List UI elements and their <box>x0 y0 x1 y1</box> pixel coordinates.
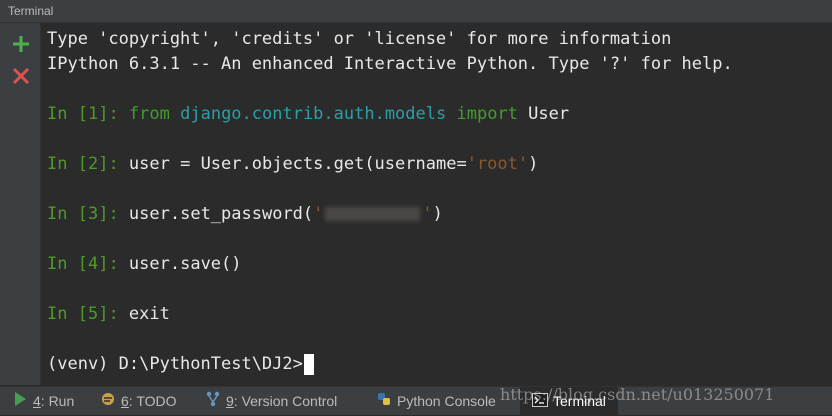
tab-todo[interactable]: 6: TODO <box>100 387 177 415</box>
string-quote: ' <box>422 204 433 224</box>
code-text: exit <box>128 304 170 324</box>
input-line-3: In [3]: user.set_password(' ') <box>47 202 443 226</box>
python-icon <box>376 388 392 416</box>
input-line-2: In [2]: user = User.objects.get(username… <box>47 152 538 176</box>
redacted-password <box>325 207 421 221</box>
input-line-1: In [1]: from django.contrib.auth.models … <box>47 102 569 126</box>
left-toolbar <box>0 23 41 385</box>
prompt: In [4]: <box>47 254 129 274</box>
code-text: user.set_password( <box>128 204 314 224</box>
banner-line-1: Type 'copyright', 'credits' or 'license'… <box>47 29 672 49</box>
code-text: ) <box>528 154 539 174</box>
shell-prompt-line[interactable]: (venv) D:\PythonTest\DJ2> <box>47 352 314 376</box>
input-line-5: In [5]: exit <box>47 302 170 326</box>
code-text: User <box>528 104 570 124</box>
tab-run[interactable]: 4: Run <box>12 387 74 415</box>
prompt: In [1]: <box>47 104 129 124</box>
code-text: user.save() <box>128 254 242 274</box>
keyword: from <box>128 104 170 124</box>
tab-version-control[interactable]: 9: Version Control <box>205 387 337 415</box>
keyword: import <box>456 104 518 124</box>
watermark: https://blog.csdn.net/u013250071 <box>500 385 775 404</box>
banner-line-2: IPython 6.3.1 -- An enhanced Interactive… <box>47 54 733 74</box>
module-name: django.contrib.auth.models <box>180 104 447 124</box>
code-text: ) <box>432 204 443 224</box>
version-control-icon <box>205 388 221 416</box>
input-line-4: In [4]: user.save() <box>47 252 242 276</box>
terminal-output[interactable]: Type 'copyright', 'credits' or 'license'… <box>41 23 832 385</box>
shell-prompt: (venv) D:\PythonTest\DJ2> <box>47 354 303 374</box>
tab-python-console[interactable]: Python Console <box>376 387 496 415</box>
todo-icon <box>100 388 116 416</box>
string-literal: 'root' <box>466 154 529 174</box>
close-icon[interactable] <box>10 65 32 87</box>
run-icon <box>12 388 28 416</box>
string-quote: ' <box>313 204 324 224</box>
plus-icon[interactable] <box>10 33 32 55</box>
prompt: In [5]: <box>47 304 129 324</box>
prompt: In [2]: <box>47 154 129 174</box>
prompt: In [3]: <box>47 204 129 224</box>
title-bar: Terminal <box>0 0 832 23</box>
text-cursor <box>303 353 314 375</box>
code-text: user = User.objects.get(username= <box>128 154 467 174</box>
window-title: Terminal <box>8 4 54 18</box>
